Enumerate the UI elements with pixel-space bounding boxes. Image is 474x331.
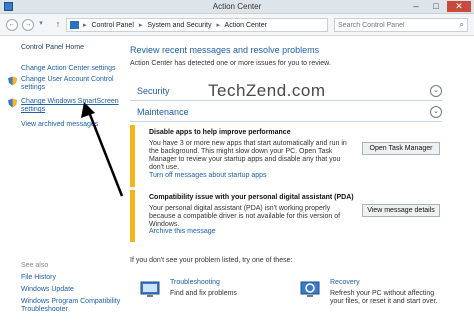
warning-stripe [130, 190, 135, 242]
window-title: Action Center [212, 2, 262, 11]
troubleshooting-desc: Find and fix problems [170, 290, 237, 297]
chevron-down-icon[interactable]: ⌄ [430, 106, 442, 118]
sidebar: Control Panel Home Change Action Center … [0, 37, 125, 331]
crumb-action-center[interactable]: Action Center [225, 22, 267, 29]
maintenance-title: Maintenance [137, 107, 189, 117]
chevron-down-icon[interactable]: ⌄ [430, 85, 442, 97]
troubleshooting-link[interactable]: Troubleshooting [170, 279, 220, 286]
archive-message-link[interactable]: Archive this message [149, 228, 216, 235]
back-button[interactable]: ← [6, 19, 18, 31]
card-title: Disable apps to help improve performance [149, 129, 291, 136]
view-archived-messages-link[interactable]: View archived messages [21, 121, 121, 129]
recovery-tool[interactable]: Recovery Refresh your PC without affecti… [290, 277, 450, 327]
close-button[interactable]: ✕ [447, 1, 471, 12]
recovery-icon [300, 281, 320, 297]
message-card: Compatibility issue with your personal d… [130, 190, 442, 242]
breadcrumb[interactable]: ▸ Control Panel ▸ System and Security ▸ … [66, 18, 384, 32]
card-body: Your personal digital assistant (PDA) is… [149, 205, 341, 228]
warning-stripe [130, 125, 135, 187]
windows-update-link[interactable]: Windows Update [21, 286, 121, 294]
watermark: TechZend.com [208, 81, 326, 100]
search-input[interactable] [338, 20, 448, 31]
troubleshooting-icon [140, 281, 160, 297]
flag-icon [70, 21, 79, 29]
crumb-control-panel[interactable]: Control Panel [91, 22, 133, 29]
change-uac-settings-link[interactable]: Change User Account Control settings [21, 76, 121, 92]
maintenance-section-header[interactable]: Maintenance ⌄ [130, 104, 442, 122]
search-box[interactable]: ⌕ [334, 18, 468, 32]
recent-locations-icon[interactable]: ▾ [37, 19, 45, 31]
troubleshooting-tool[interactable]: Troubleshooting Find and fix problems [130, 277, 290, 327]
breadcrumb-path: ▸ Control Panel ▸ System and Security ▸ … [83, 22, 267, 29]
shield-icon [8, 76, 17, 86]
page-subtext: Action Center has detected one or more i… [130, 60, 331, 67]
forward-button[interactable]: → [22, 19, 34, 31]
compatibility-troubleshooter-link[interactable]: Windows Program Compatibility Troublesho… [21, 298, 121, 314]
maximize-button[interactable]: □ [427, 1, 445, 12]
title-bar: Action Center – □ ✕ [0, 0, 474, 14]
page-heading: Review recent messages and resolve probl… [130, 45, 320, 55]
see-also-label: See also [21, 262, 49, 269]
file-history-link[interactable]: File History [21, 274, 121, 282]
card-title: Compatibility issue with your personal d… [149, 194, 354, 201]
shield-icon [8, 98, 17, 108]
crumb-system-security[interactable]: System and Security [147, 22, 211, 29]
card-body: You have 3 or more new apps that start a… [149, 140, 347, 171]
minimize-button[interactable]: – [407, 1, 425, 12]
message-card: Disable apps to help improve performance… [130, 125, 442, 187]
open-task-manager-button[interactable]: Open Task Manager [362, 142, 440, 155]
search-icon[interactable]: ⌕ [460, 20, 464, 30]
view-message-details-button[interactable]: View message details [362, 204, 440, 217]
address-bar: ← → ▾ ↑ ▸ Control Panel ▸ System and Sec… [0, 14, 474, 36]
up-button[interactable]: ↑ [52, 19, 64, 31]
change-action-center-settings-link[interactable]: Change Action Center settings [21, 65, 121, 73]
turn-off-messages-link[interactable]: Turn off messages about startup apps [149, 172, 267, 179]
control-panel-home-link[interactable]: Control Panel Home [21, 44, 84, 51]
recovery-link[interactable]: Recovery [330, 279, 360, 286]
change-smartscreen-settings-link[interactable]: Change Windows SmartScreen settings [21, 98, 121, 114]
main-content: Review recent messages and resolve probl… [130, 37, 474, 331]
recovery-desc: Refresh your PC without affecting your f… [330, 290, 438, 305]
security-title: Security [137, 86, 170, 96]
footnote: If you don't see your problem listed, tr… [130, 257, 293, 264]
